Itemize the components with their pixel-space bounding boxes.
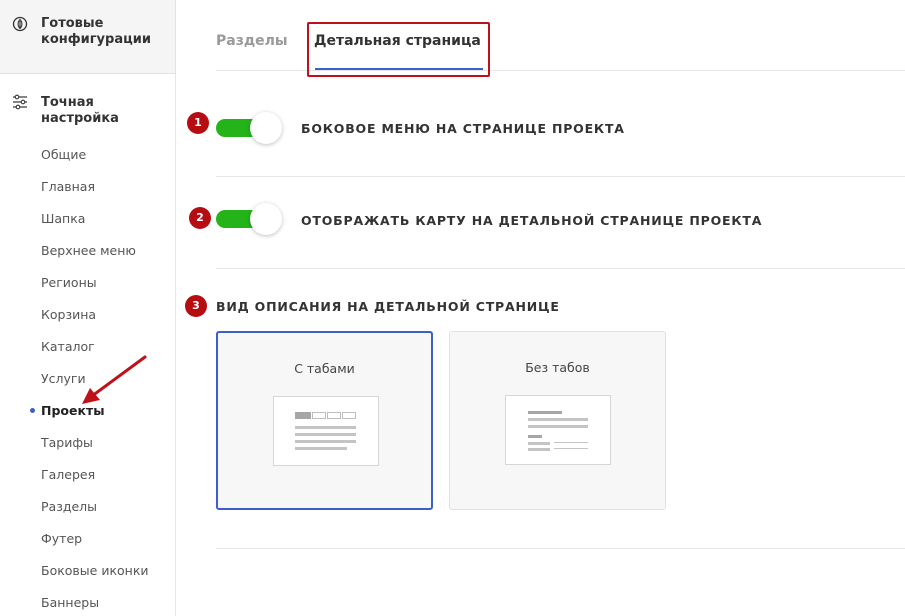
toggle-knob (250, 203, 282, 235)
sidebar-item-top-menu[interactable]: Верхнее меню (41, 243, 136, 259)
annotation-highlight-box (307, 22, 490, 77)
section-divider (216, 268, 905, 269)
sidebar: Готовые конфигурации Точная настройка Об… (0, 0, 176, 616)
active-indicator-dot (30, 408, 35, 413)
sidebar-item-footer[interactable]: Футер (41, 531, 82, 547)
ready-configs-label: Готовые конфигурации (41, 16, 151, 47)
ready-configs-item[interactable]: Готовые конфигурации (0, 0, 176, 74)
sliders-icon (13, 94, 27, 110)
sidebar-item-side-icons[interactable]: Боковые иконки (41, 563, 149, 579)
sidebar-item-sections[interactable]: Разделы (41, 499, 97, 515)
show-map-label: ОТОБРАЖАТЬ КАРТУ НА ДЕТАЛЬНОЙ СТРАНИЦЕ П… (301, 213, 763, 228)
step-badge-3: 3 (185, 295, 207, 317)
card-title: С табами (294, 361, 355, 376)
step-badge-2: 2 (189, 207, 211, 229)
view-option-without-tabs[interactable]: Без табов (449, 331, 666, 510)
sidebar-item-tariffs[interactable]: Тарифы (41, 435, 93, 451)
view-option-with-tabs[interactable]: С табами (216, 331, 433, 510)
section-divider (216, 176, 905, 177)
side-menu-label: БОКОВОЕ МЕНЮ НА СТРАНИЦЕ ПРОЕКТА (301, 121, 625, 136)
side-menu-toggle[interactable] (216, 112, 282, 144)
card-title: Без табов (525, 360, 590, 375)
toggle-knob (250, 112, 282, 144)
show-map-toggle[interactable] (216, 203, 282, 235)
annotation-arrow-icon (82, 355, 147, 404)
no-tabs-preview-icon (505, 395, 611, 465)
sidebar-item-gallery[interactable]: Галерея (41, 467, 95, 483)
tabs-preview-icon (273, 396, 379, 466)
sidebar-item-cart[interactable]: Корзина (41, 307, 96, 323)
sidebar-item-banners[interactable]: Баннеры (41, 595, 99, 611)
sidebar-item-regions[interactable]: Регионы (41, 275, 97, 291)
fine-tune-label[interactable]: Точная настройка (41, 95, 166, 127)
description-view-label: ВИД ОПИСАНИЯ НА ДЕТАЛЬНОЙ СТРАНИЦЕ (216, 299, 560, 314)
step-badge-1: 1 (187, 112, 209, 134)
sidebar-item-header[interactable]: Шапка (41, 211, 85, 227)
sidebar-item-main[interactable]: Главная (41, 179, 95, 195)
tab-sections[interactable]: Разделы (216, 32, 288, 50)
section-divider (216, 548, 905, 549)
leaf-icon (12, 16, 28, 32)
sidebar-item-general[interactable]: Общие (41, 147, 86, 163)
